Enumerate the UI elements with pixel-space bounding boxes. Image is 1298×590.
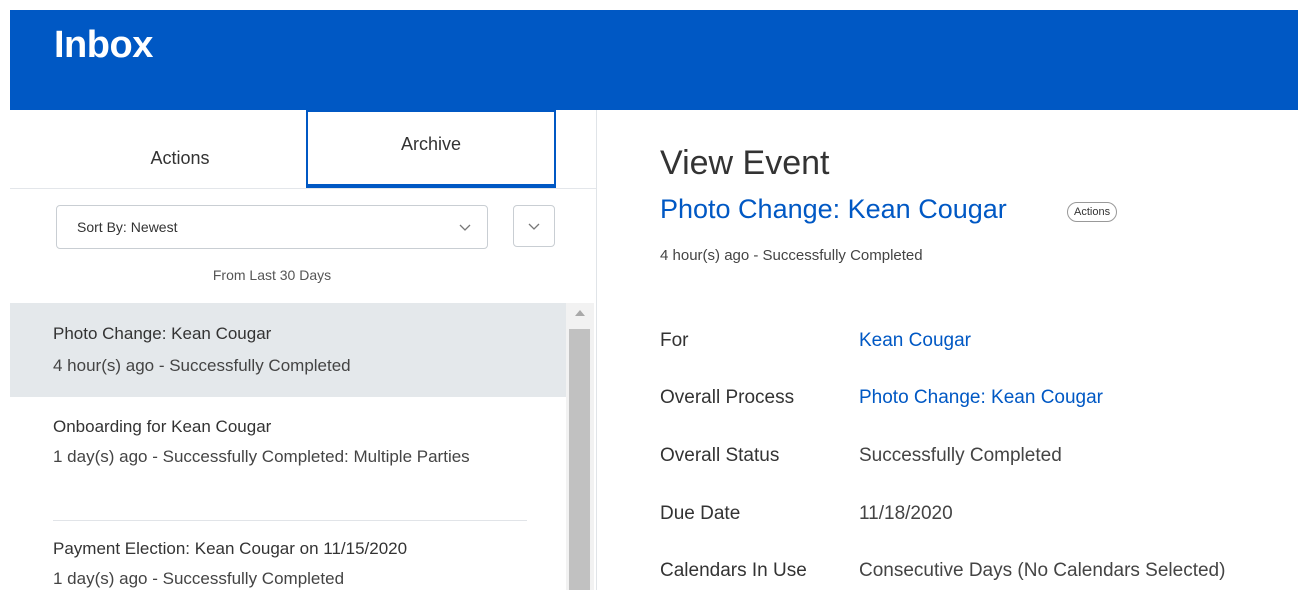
field-label: Calendars In Use bbox=[660, 560, 807, 581]
detail-heading: View Event bbox=[660, 144, 830, 182]
sort-select[interactable]: Sort By: Newest bbox=[56, 205, 488, 249]
sort-label: Sort By: bbox=[77, 219, 127, 235]
tab-actions-label: Actions bbox=[150, 147, 210, 168]
arrow-up-icon[interactable] bbox=[575, 310, 585, 316]
related-actions-button[interactable]: Actions bbox=[1067, 202, 1118, 222]
list-item[interactable]: Payment Election: Kean Cougar on 11/15/2… bbox=[10, 521, 566, 590]
field-label: Overall Status bbox=[660, 445, 780, 466]
inbox-list: Photo Change: Kean Cougar 4 hour(s) ago … bbox=[10, 303, 566, 590]
field-label: For bbox=[660, 330, 689, 351]
inbox-list-pane: Actions Archive Sort By: Newest From Las… bbox=[10, 110, 597, 590]
list-item[interactable]: Photo Change: Kean Cougar 4 hour(s) ago … bbox=[10, 303, 566, 397]
list-item-title: Payment Election: Kean Cougar on 11/15/2… bbox=[53, 539, 408, 558]
event-detail-pane: View Event Photo Change: Kean Cougar Act… bbox=[597, 110, 1298, 590]
page-title: Inbox bbox=[54, 24, 153, 66]
field-value: 11/18/2020 bbox=[859, 503, 953, 524]
field-label: Due Date bbox=[660, 503, 741, 524]
field-value: Successfully Completed bbox=[859, 445, 1062, 466]
tab-archive[interactable]: Archive bbox=[306, 110, 556, 188]
field-label: Overall Process bbox=[660, 387, 795, 408]
list-scrollbar[interactable] bbox=[566, 303, 594, 590]
tab-actions[interactable]: Actions bbox=[55, 110, 305, 186]
list-item-title: Photo Change: Kean Cougar bbox=[53, 324, 272, 343]
field-value: Consecutive Days (No Calendars Selected) bbox=[859, 560, 1226, 581]
date-range-label: From Last 30 Days bbox=[212, 267, 332, 283]
scroll-thumb[interactable] bbox=[569, 329, 590, 590]
event-status-text: 4 hour(s) ago - Successfully Completed bbox=[660, 247, 923, 264]
header-bar: Inbox bbox=[10, 10, 1298, 110]
tab-archive-label: Archive bbox=[400, 134, 462, 154]
list-item-title: Onboarding for Kean Cougar bbox=[53, 417, 272, 436]
active-tab-indicator bbox=[306, 184, 556, 188]
list-item[interactable]: Onboarding for Kean Cougar 1 day(s) ago … bbox=[10, 397, 566, 521]
list-item-status: 1 day(s) ago - Successfully Completed: M… bbox=[53, 447, 470, 466]
inbox-tabs: Actions Archive bbox=[10, 110, 596, 189]
filter-dropdown-button[interactable] bbox=[513, 205, 555, 247]
chevron-down-icon bbox=[528, 223, 540, 230]
field-value-link[interactable]: Photo Change: Kean Cougar bbox=[859, 387, 1103, 409]
chevron-down-icon bbox=[459, 224, 471, 231]
sort-value: Newest bbox=[130, 219, 178, 235]
field-value-link[interactable]: Kean Cougar bbox=[859, 330, 971, 352]
inbox-window: Inbox Actions Archive Sort By: Newest Fr… bbox=[10, 10, 1298, 590]
list-item-status: 4 hour(s) ago - Successfully Completed bbox=[53, 356, 351, 375]
event-title-link[interactable]: Photo Change: Kean Cougar bbox=[660, 194, 1007, 225]
list-item-status: 1 day(s) ago - Successfully Completed bbox=[53, 569, 345, 588]
